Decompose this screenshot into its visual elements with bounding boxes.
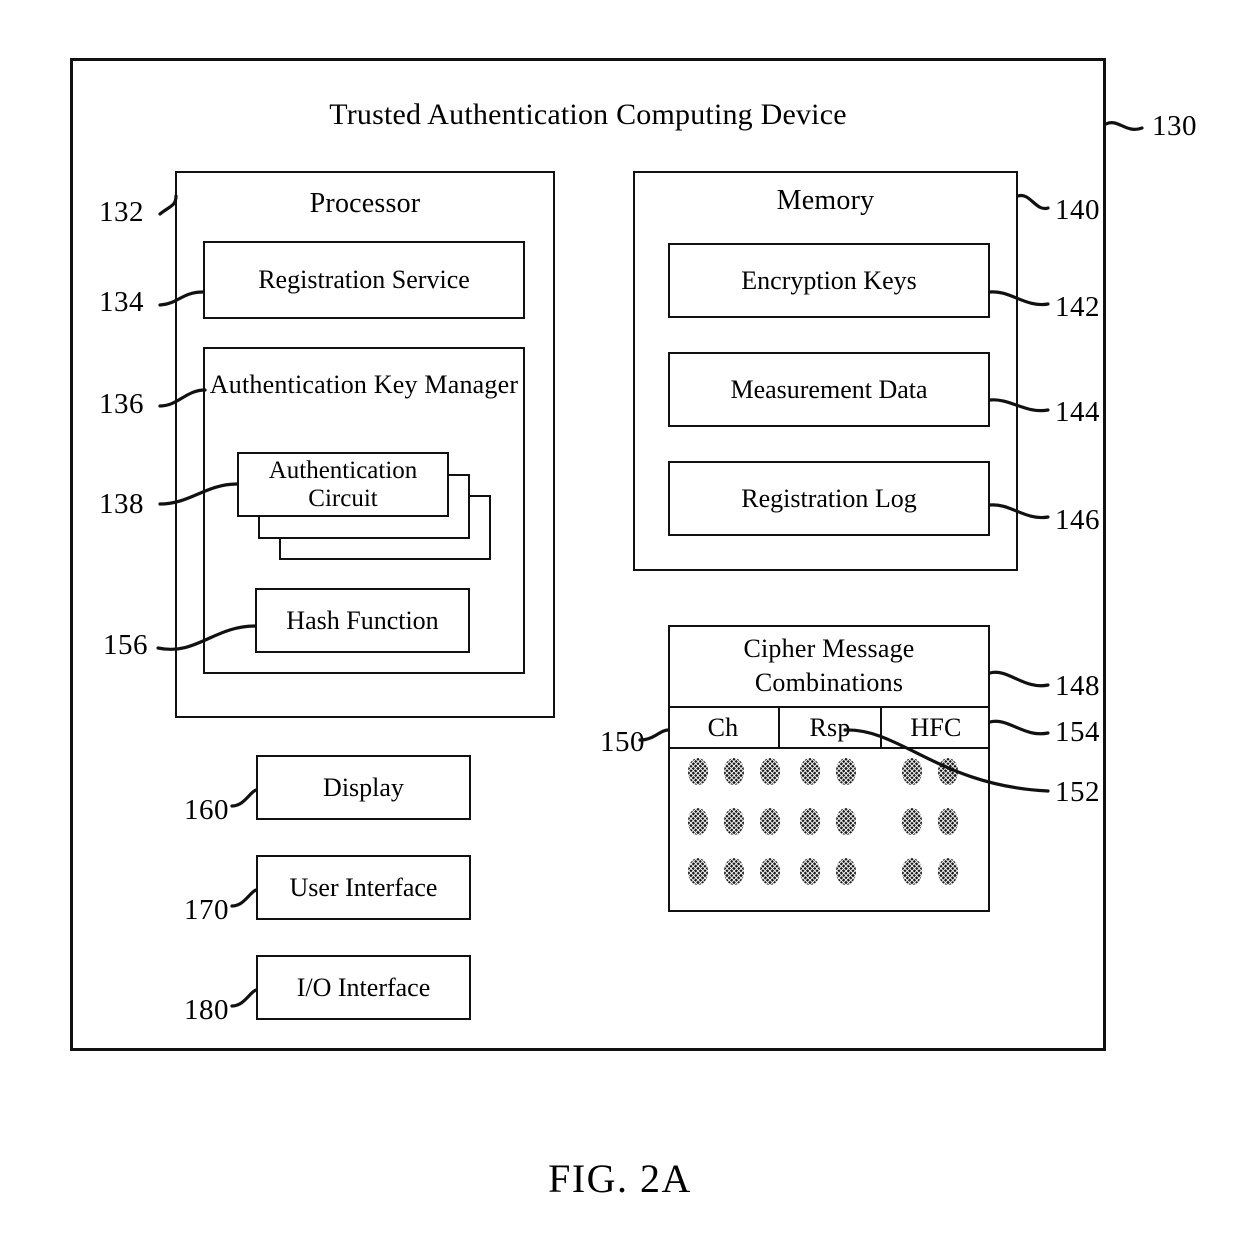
cipher-dot [688, 758, 708, 785]
cipher-dot [800, 808, 820, 835]
cipher-dot [760, 858, 780, 885]
figure-caption: FIG. 2A [548, 1156, 692, 1201]
cipher-dot [902, 858, 922, 885]
authentication-circuit-box: Authentication Circuit [237, 452, 449, 517]
cipher-dot [938, 758, 958, 785]
cipher-dot [836, 858, 856, 885]
cipher-dot-grid [0, 0, 1240, 1247]
cipher-dot [760, 808, 780, 835]
cipher-dot [836, 758, 856, 785]
cipher-dot [724, 858, 744, 885]
cipher-dot [724, 758, 744, 785]
cipher-dot [688, 858, 708, 885]
cipher-dot [760, 758, 780, 785]
cipher-dot [836, 808, 856, 835]
hash-function-box: Hash Function [255, 588, 470, 653]
cipher-dot [902, 758, 922, 785]
cipher-dot [938, 808, 958, 835]
cipher-dot [938, 858, 958, 885]
hash-function-label: Hash Function [286, 605, 439, 635]
cipher-dot [800, 858, 820, 885]
cipher-dot [902, 808, 922, 835]
cipher-dot [688, 808, 708, 835]
cipher-dot [724, 808, 744, 835]
cipher-dot [800, 758, 820, 785]
patent-figure: Trusted Authentication Computing Device … [0, 0, 1240, 1247]
authentication-circuit-label: Authentication Circuit [268, 456, 418, 512]
